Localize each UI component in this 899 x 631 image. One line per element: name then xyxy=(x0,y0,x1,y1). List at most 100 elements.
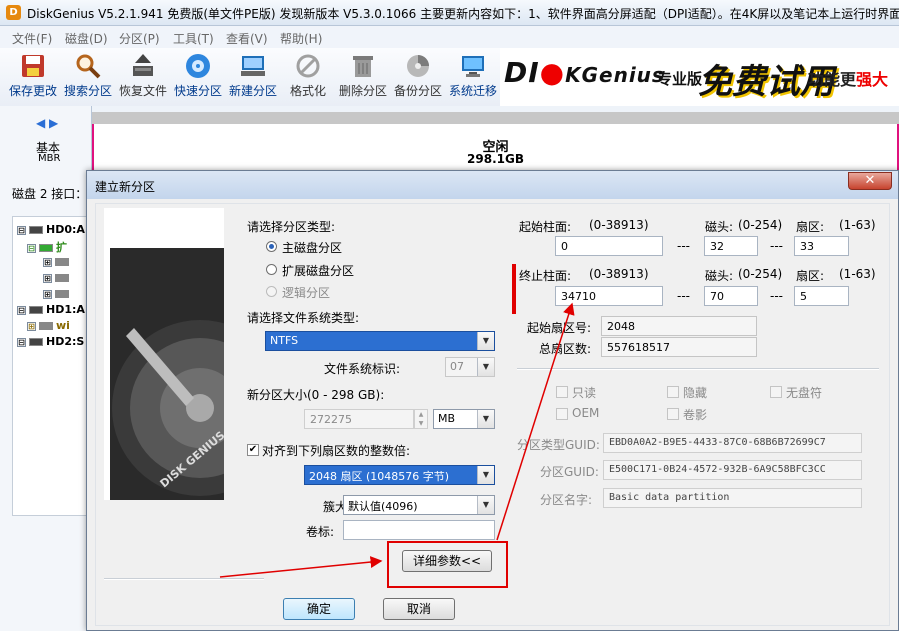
tree-node-hd1[interactable]: ⊟ HD1:A xyxy=(17,303,85,316)
start-head-label: 磁头: xyxy=(705,220,734,234)
fs-id-select[interactable]: 07 ▼ xyxy=(445,357,495,377)
promo-banner[interactable]: DI●KGenius 专业版 免费试用 功能更强大 xyxy=(500,48,899,106)
tree-node-hd0[interactable]: ⊟ HD0:A xyxy=(17,223,85,236)
cancel-button[interactable]: 取消 xyxy=(383,598,455,620)
left-panel: ◀ ▶ 基本 MBR 磁盘 2 接口： ⊟ HD0:A ⊟ 扩 ⊞ ⊞ ⊞ ⊟ HD1… xyxy=(0,106,92,631)
logical-partition-radio[interactable] xyxy=(266,286,277,297)
partition-size-label: 新分区大小(0 - 298 GB): xyxy=(247,388,385,402)
size-spinner[interactable]: ▲ ▼ xyxy=(414,409,428,429)
end-sector-range: (1-63) xyxy=(839,267,876,281)
toolbar-format-button[interactable]: 格式化 xyxy=(281,48,335,104)
attributes-separator xyxy=(517,368,879,370)
total-sectors-input[interactable]: 557618517 xyxy=(601,337,757,357)
fs-type-select[interactable]: NTFS ▼ xyxy=(265,331,495,351)
volume-label-input[interactable] xyxy=(343,520,495,540)
end-sector-input[interactable]: 5 xyxy=(794,286,849,306)
readonly-checkbox[interactable] xyxy=(556,386,568,398)
end-cylinder-input[interactable]: 34710 xyxy=(555,286,663,306)
partition-style-label: MBR xyxy=(38,153,61,164)
no-drive-letter-checkbox[interactable] xyxy=(770,386,782,398)
hidden-checkbox[interactable] xyxy=(667,386,679,398)
toolbar-recover-files-button[interactable]: 恢复文件 xyxy=(116,48,170,104)
tree-node-logical-1[interactable]: ⊞ xyxy=(43,255,72,268)
disk-tree: ⊟ HD0:A ⊟ 扩 ⊞ ⊞ ⊞ ⊟ HD1:A ⊞ wi ⊟ HD2:S xyxy=(12,216,92,516)
volume-label-label: 卷标: xyxy=(306,525,335,539)
partition-guid-field[interactable]: E500C171-0B24-4572-932B-6A9C58BFC3CC xyxy=(603,460,862,480)
start-cylinder-range: (0-38913) xyxy=(589,218,649,232)
start-dash-1: --- xyxy=(677,239,690,253)
shadow-copy-label: 卷影 xyxy=(683,408,708,422)
menu-disk[interactable]: 磁盘(D) xyxy=(65,30,108,47)
window-titlebar: D DiskGenius V5.2.1.941 免费版(单文件PE版) 发现新版… xyxy=(0,0,899,26)
toolbar-search-partition-button[interactable]: 搜索分区 xyxy=(61,48,115,104)
ok-button[interactable]: 确定 xyxy=(283,598,355,620)
chevron-down-icon: ▼ xyxy=(477,410,494,428)
partition-type-guid-label: 分区类型GUID: xyxy=(517,438,600,452)
tree-node-hd2[interactable]: ⊟ HD2:S xyxy=(17,335,84,348)
align-checkbox[interactable]: ✔ xyxy=(247,444,259,456)
logical-partition-label[interactable]: 逻辑分区 xyxy=(282,284,330,301)
diskgenius-logo: DI●KGenius xyxy=(504,56,665,89)
end-head-input[interactable]: 70 xyxy=(704,286,758,306)
menu-tools[interactable]: 工具(T) xyxy=(173,30,214,47)
close-icon[interactable]: ✕ xyxy=(848,172,892,190)
total-sectors-label: 总扇区数: xyxy=(539,342,592,356)
window-title: DiskGenius V5.2.1.941 免费版(单文件PE版) 发现新版本 … xyxy=(27,7,899,21)
partition-icon xyxy=(39,244,53,252)
shadow-copy-checkbox[interactable] xyxy=(667,408,679,420)
oem-checkbox[interactable] xyxy=(556,408,568,420)
dialog-titlebar: 建立新分区 ✕ xyxy=(87,171,898,199)
toolbar-delete-partition-button[interactable]: 删除分区 xyxy=(336,48,390,104)
toolbar-backup-partition-button[interactable]: 备份分区 xyxy=(391,48,445,104)
start-dash-2: --- xyxy=(770,239,783,253)
size-unit-select[interactable]: MB ▼ xyxy=(433,409,495,429)
free-space-size: 298.1GB xyxy=(467,152,524,166)
partition-name-field[interactable]: Basic data partition xyxy=(603,488,862,508)
partition-type-guid-field[interactable]: EBD0A0A2-B9E5-4433-87C0-68B6B72699C7 xyxy=(603,433,862,453)
partition-size-input[interactable]: 272275 xyxy=(304,409,414,429)
menu-help[interactable]: 帮助(H) xyxy=(280,30,322,47)
fs-type-label: 请选择文件系统类型: xyxy=(247,311,360,325)
align-sectors-select[interactable]: 2048 扇区 (1048576 字节) ▼ xyxy=(304,465,495,485)
disk-map-header xyxy=(92,112,899,124)
toolbar-save-button[interactable]: 保存更改 xyxy=(6,48,60,104)
save-icon xyxy=(22,55,44,77)
format-icon xyxy=(296,54,320,78)
extended-partition-label[interactable]: 扩展磁盘分区 xyxy=(282,262,354,279)
chevron-down-icon: ▼ xyxy=(477,496,494,514)
tree-node-logical-2[interactable]: ⊞ xyxy=(43,271,72,284)
tree-node-wi[interactable]: ⊞ wi xyxy=(27,319,70,332)
menu-partition[interactable]: 分区(P) xyxy=(119,30,160,47)
start-cylinder-input[interactable]: 0 xyxy=(555,236,663,256)
menu-file[interactable]: 文件(F) xyxy=(12,30,52,47)
tree-node-extended[interactable]: ⊟ 扩 xyxy=(27,239,67,255)
start-head-input[interactable]: 32 xyxy=(704,236,758,256)
start-sector-input[interactable]: 33 xyxy=(794,236,849,256)
extended-partition-radio[interactable] xyxy=(266,264,277,275)
primary-partition-label[interactable]: 主磁盘分区 xyxy=(282,239,342,256)
start-head-range: (0-254) xyxy=(738,218,783,232)
align-label: 对齐到下列扇区数的整数倍: xyxy=(262,444,411,458)
menu-view[interactable]: 查看(V) xyxy=(226,30,268,47)
primary-partition-radio[interactable] xyxy=(266,241,277,252)
toolbar-new-partition-button[interactable]: 新建分区 xyxy=(226,48,280,104)
end-cylinder-label: 终止柱面: xyxy=(519,269,572,283)
toolbar-quick-partition-button[interactable]: 快速分区 xyxy=(171,48,225,104)
disk-icon xyxy=(29,306,43,314)
tree-node-logical-3[interactable]: ⊞ xyxy=(43,287,72,300)
toolbar-system-migration-button[interactable]: 系统迁移 xyxy=(446,48,500,104)
disk-nav-arrows[interactable]: ◀ ▶ xyxy=(36,116,58,130)
end-head-label: 磁头: xyxy=(705,269,734,283)
disk-interface-label: 磁盘 2 接口： xyxy=(12,187,88,201)
bottom-separator xyxy=(104,578,264,580)
start-cylinder-label: 起始柱面: xyxy=(519,220,572,234)
start-sector-number-label: 起始扇区号: xyxy=(527,321,592,335)
partition-icon xyxy=(55,258,69,266)
chevron-down-icon: ▼ xyxy=(477,358,494,376)
start-sector-number-input[interactable]: 2048 xyxy=(601,316,757,336)
hard-disk-image: DISK GENIUS xyxy=(104,208,224,500)
cluster-size-select[interactable]: 默认值(4096) ▼ xyxy=(343,495,495,515)
app-logo-icon: D xyxy=(6,5,21,20)
partition-icon xyxy=(39,322,53,330)
partition-name-label: 分区名字: xyxy=(540,493,593,507)
